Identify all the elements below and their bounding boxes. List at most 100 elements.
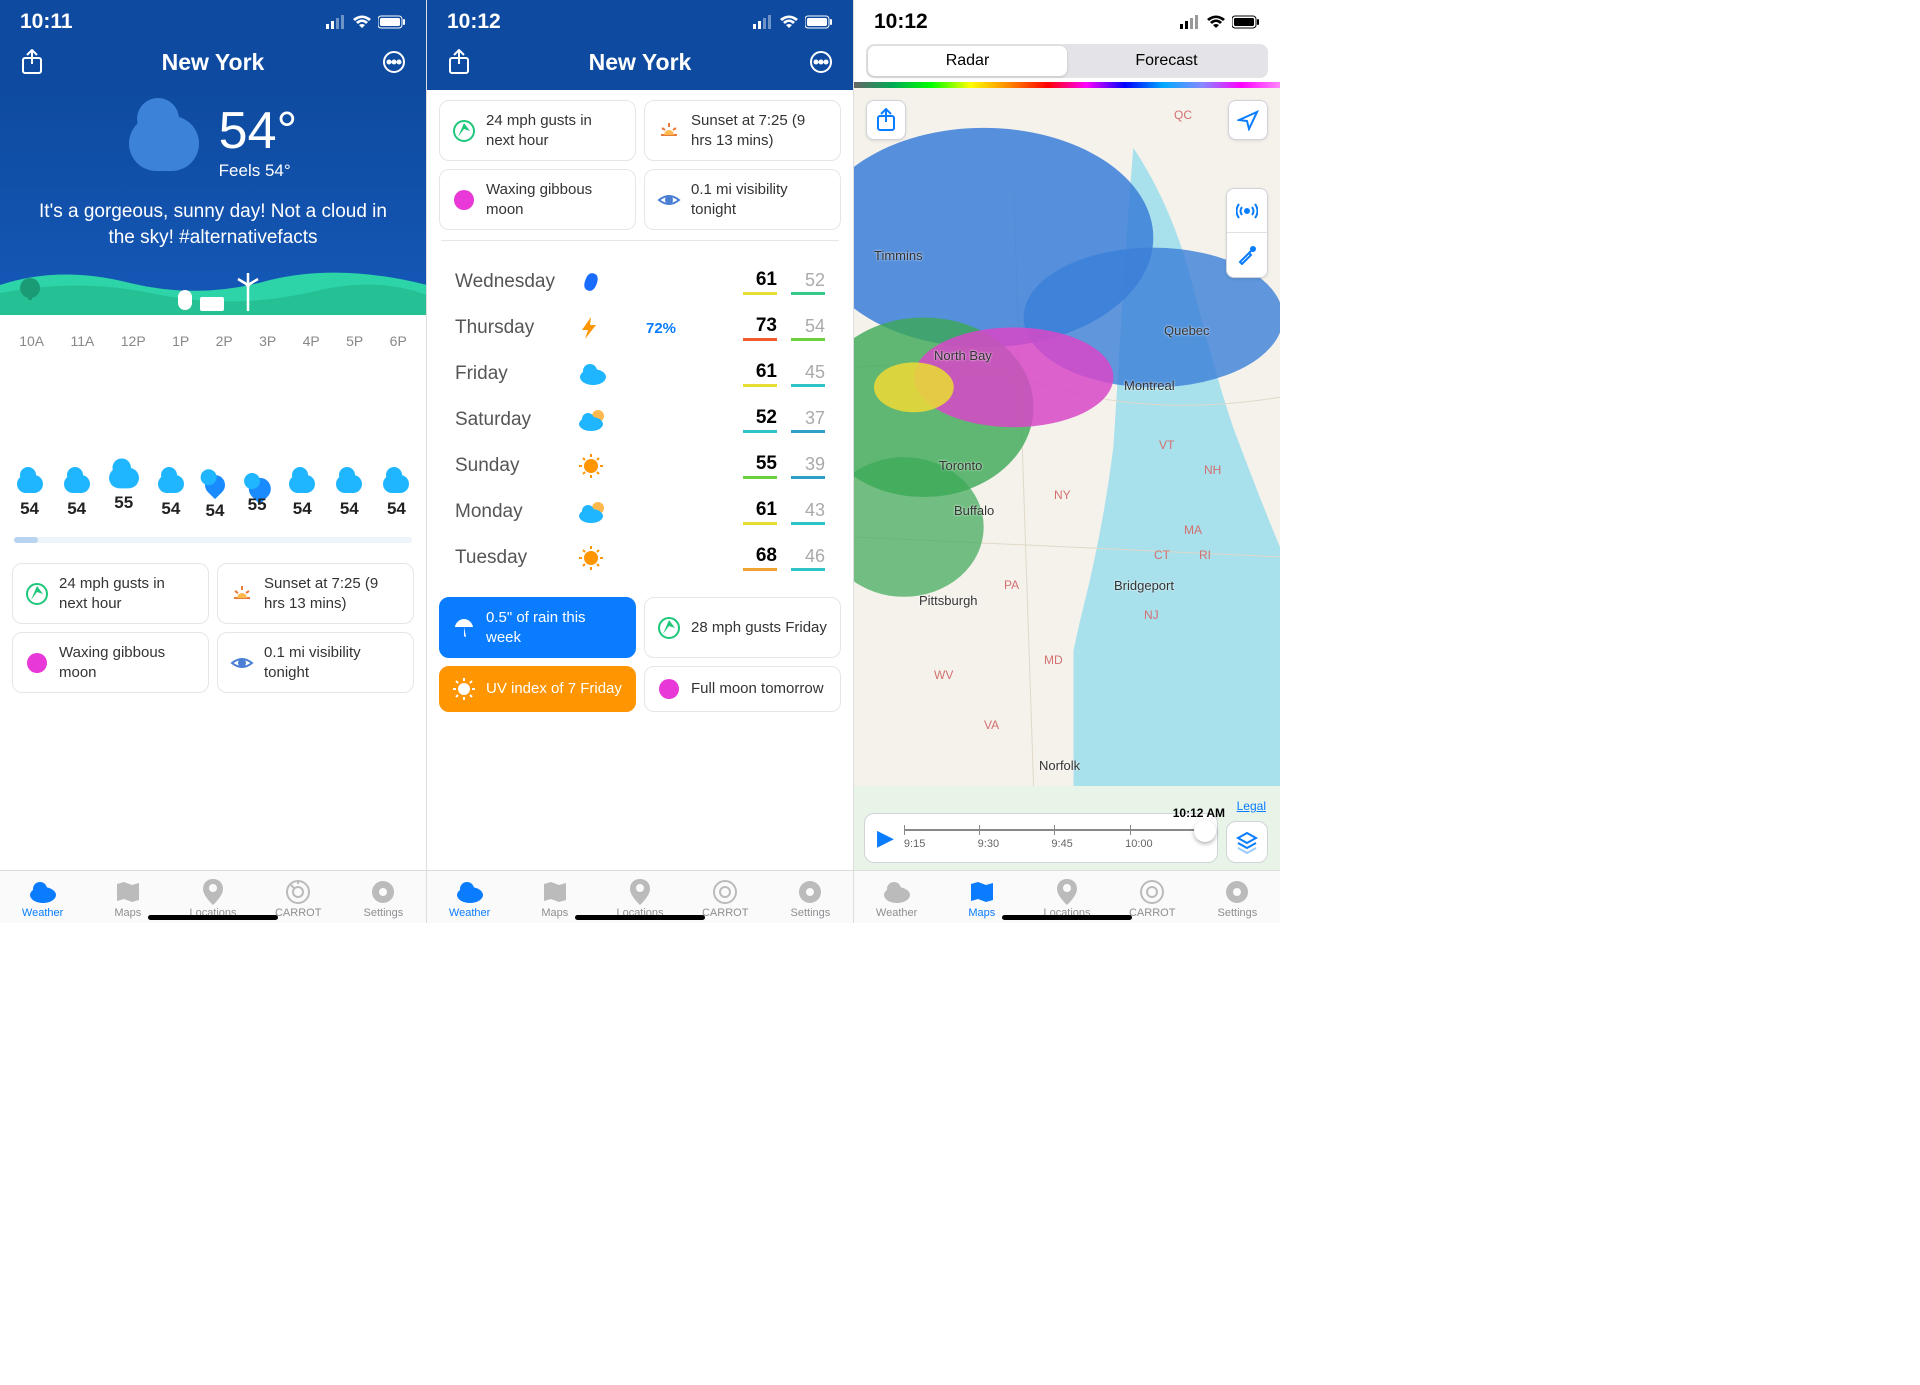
sun-icon bbox=[452, 677, 476, 701]
cloud-icon bbox=[17, 475, 43, 493]
tab-weather[interactable]: Weather bbox=[0, 877, 85, 919]
card-visibility[interactable]: 0.1 mi visibility tonight bbox=[644, 169, 841, 230]
tab-weather[interactable]: Weather bbox=[854, 877, 939, 919]
radar-map[interactable]: Timmins North Bay Quebec Montreal Toront… bbox=[854, 88, 1280, 923]
state-label: CT bbox=[1154, 548, 1170, 562]
status-bar: 10:12 bbox=[427, 0, 853, 40]
battery-icon bbox=[378, 15, 406, 29]
daily-row[interactable]: Saturday5237 bbox=[455, 397, 825, 443]
hero: 54° Feels 54° It's a gorgeous, sunny day… bbox=[0, 90, 426, 315]
tab-settings[interactable]: Settings bbox=[1195, 877, 1280, 919]
radar-timeline: ▶ 10:12 AM 9:15 9:30 9:45 10:00 bbox=[864, 813, 1218, 863]
segment-radar[interactable]: Radar bbox=[868, 46, 1067, 76]
wifi-icon bbox=[352, 15, 372, 29]
home-indicator[interactable] bbox=[1002, 915, 1132, 920]
daily-row[interactable]: Thursday72%7354 bbox=[455, 305, 825, 351]
share-button[interactable] bbox=[18, 48, 46, 76]
share-button[interactable] bbox=[866, 100, 906, 140]
layers-button[interactable] bbox=[1226, 821, 1268, 863]
home-indicator[interactable] bbox=[575, 915, 705, 920]
eyedropper-button[interactable] bbox=[1227, 233, 1267, 277]
daily-row[interactable]: Monday6143 bbox=[455, 489, 825, 535]
card-uv-summary[interactable]: UV index of 7 Friday bbox=[439, 666, 636, 712]
eye-icon bbox=[230, 651, 254, 675]
daily-row[interactable]: Sunday5539 bbox=[455, 443, 825, 489]
tab-locations[interactable]: Locations bbox=[170, 877, 255, 919]
map-icon bbox=[115, 880, 141, 904]
city-label: Buffalo bbox=[954, 503, 994, 518]
summary-cards: 0.5" of rain this week 28 mph gusts Frid… bbox=[427, 587, 853, 722]
share-icon bbox=[448, 49, 470, 75]
tab-maps[interactable]: Maps bbox=[85, 877, 170, 919]
play-button[interactable]: ▶ bbox=[877, 825, 894, 851]
phone-weather-screen: 10:11 New York 54° Feels 54° bbox=[0, 0, 427, 923]
signal-icon bbox=[326, 15, 346, 29]
tab-locations[interactable]: Locations bbox=[597, 877, 682, 919]
state-label: QC bbox=[1174, 108, 1192, 122]
legal-link[interactable]: Legal bbox=[1237, 799, 1266, 813]
locate-button[interactable] bbox=[1228, 100, 1268, 140]
home-indicator[interactable] bbox=[148, 915, 278, 920]
daily-row[interactable]: Wednesday6152 bbox=[455, 259, 825, 305]
hourly-item: 54 bbox=[383, 475, 409, 523]
card-gusts-summary[interactable]: 28 mph gusts Friday bbox=[644, 597, 841, 658]
daily-weather-icon bbox=[578, 315, 628, 341]
daily-low: 37 bbox=[791, 408, 825, 433]
daily-row[interactable]: Tuesday6846 bbox=[455, 535, 825, 581]
tab-weather[interactable]: Weather bbox=[427, 877, 512, 919]
daily-low: 39 bbox=[791, 454, 825, 479]
tab-carrot[interactable]: CARROT bbox=[1110, 877, 1195, 919]
hourly-item: 54 bbox=[336, 475, 362, 523]
tab-maps[interactable]: Maps bbox=[512, 877, 597, 919]
cloud-icon bbox=[28, 881, 58, 903]
tab-settings[interactable]: Settings bbox=[768, 877, 853, 919]
more-icon bbox=[809, 50, 833, 74]
state-label: NY bbox=[1054, 488, 1071, 502]
hourly-chart-space[interactable] bbox=[0, 355, 426, 475]
tab-carrot[interactable]: CARROT bbox=[256, 877, 341, 919]
card-fullmoon[interactable]: Full moon tomorrow bbox=[644, 666, 841, 712]
status-icons bbox=[1180, 15, 1260, 29]
card-sunset[interactable]: Sunset at 7:25 (9 hrs 13 mins) bbox=[217, 563, 414, 624]
status-time: 10:11 bbox=[20, 10, 73, 34]
more-button[interactable] bbox=[807, 48, 835, 76]
card-rain-summary[interactable]: 0.5" of rain this week bbox=[439, 597, 636, 658]
broadcast-button[interactable] bbox=[1227, 189, 1267, 233]
card-wind-gusts[interactable]: 24 mph gusts in next hour bbox=[12, 563, 209, 624]
daily-row[interactable]: Friday6145 bbox=[455, 351, 825, 397]
sunset-icon bbox=[657, 119, 681, 143]
tab-locations[interactable]: Locations bbox=[1024, 877, 1109, 919]
carrot-quote: It's a gorgeous, sunny day! Not a cloud … bbox=[20, 199, 406, 250]
card-wind-gusts[interactable]: 24 mph gusts in next hour bbox=[439, 100, 636, 161]
status-time: 10:12 bbox=[874, 10, 928, 34]
state-label: RI bbox=[1199, 548, 1211, 562]
moon-icon bbox=[657, 677, 681, 701]
timeline-track[interactable]: 10:12 AM 9:15 9:30 9:45 10:00 bbox=[904, 822, 1205, 854]
location-title[interactable]: New York bbox=[473, 49, 807, 76]
daily-day-label: Wednesday bbox=[455, 271, 570, 293]
card-moon-phase[interactable]: Waxing gibbous moon bbox=[12, 632, 209, 693]
locate-icon bbox=[1237, 109, 1259, 131]
daily-low: 43 bbox=[791, 500, 825, 525]
umbrella-icon bbox=[452, 616, 476, 640]
more-button[interactable] bbox=[380, 48, 408, 76]
segment-forecast[interactable]: Forecast bbox=[1067, 46, 1266, 76]
daily-high: 68 bbox=[743, 545, 777, 571]
tab-carrot[interactable]: CARROT bbox=[683, 877, 768, 919]
info-cards: 24 mph gusts in next hour Sunset at 7:25… bbox=[427, 90, 853, 240]
card-moon-phase[interactable]: Waxing gibbous moon bbox=[439, 169, 636, 230]
header: New York bbox=[427, 40, 853, 90]
tab-maps[interactable]: Maps bbox=[939, 877, 1024, 919]
share-button[interactable] bbox=[445, 48, 473, 76]
share-icon bbox=[876, 108, 896, 132]
current-condition-icon bbox=[129, 116, 199, 171]
carrot-icon bbox=[712, 879, 738, 905]
daily-weather-icon bbox=[578, 408, 628, 432]
location-title[interactable]: New York bbox=[46, 49, 380, 76]
wind-icon bbox=[25, 582, 49, 606]
card-visibility[interactable]: 0.1 mi visibility tonight bbox=[217, 632, 414, 693]
raindrop-icon bbox=[201, 471, 229, 499]
card-sunset[interactable]: Sunset at 7:25 (9 hrs 13 mins) bbox=[644, 100, 841, 161]
hourly-forecast[interactable]: 54 54 55 54 54 55 54 54 54 bbox=[0, 475, 426, 531]
tab-settings[interactable]: Settings bbox=[341, 877, 426, 919]
